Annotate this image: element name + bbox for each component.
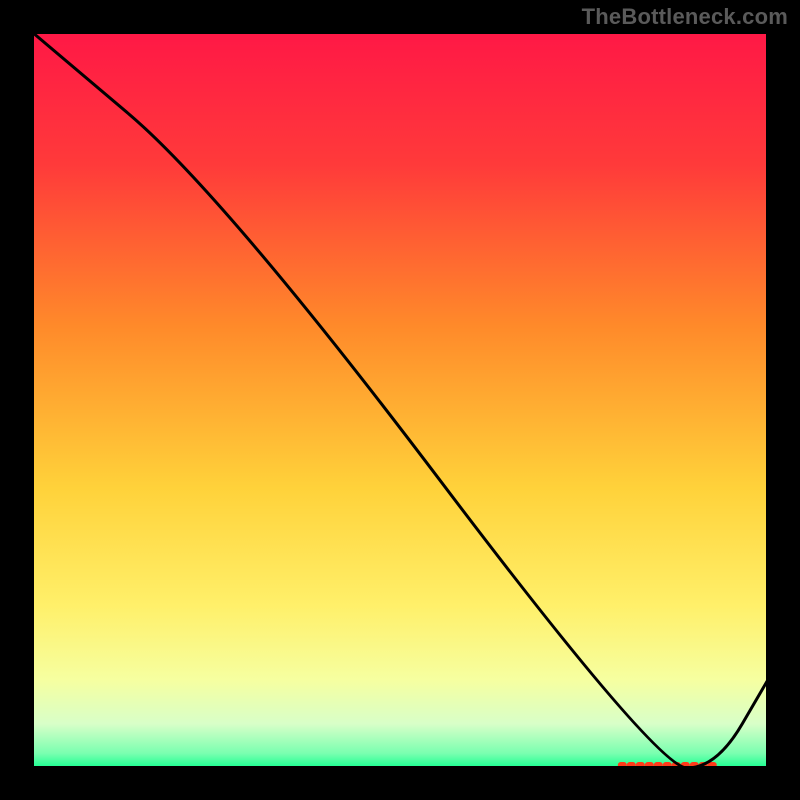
chart-container: { "watermark": "TheBottleneck.com", "cha… bbox=[0, 0, 800, 800]
bottleneck-chart bbox=[0, 0, 800, 800]
plot-area bbox=[32, 32, 768, 768]
